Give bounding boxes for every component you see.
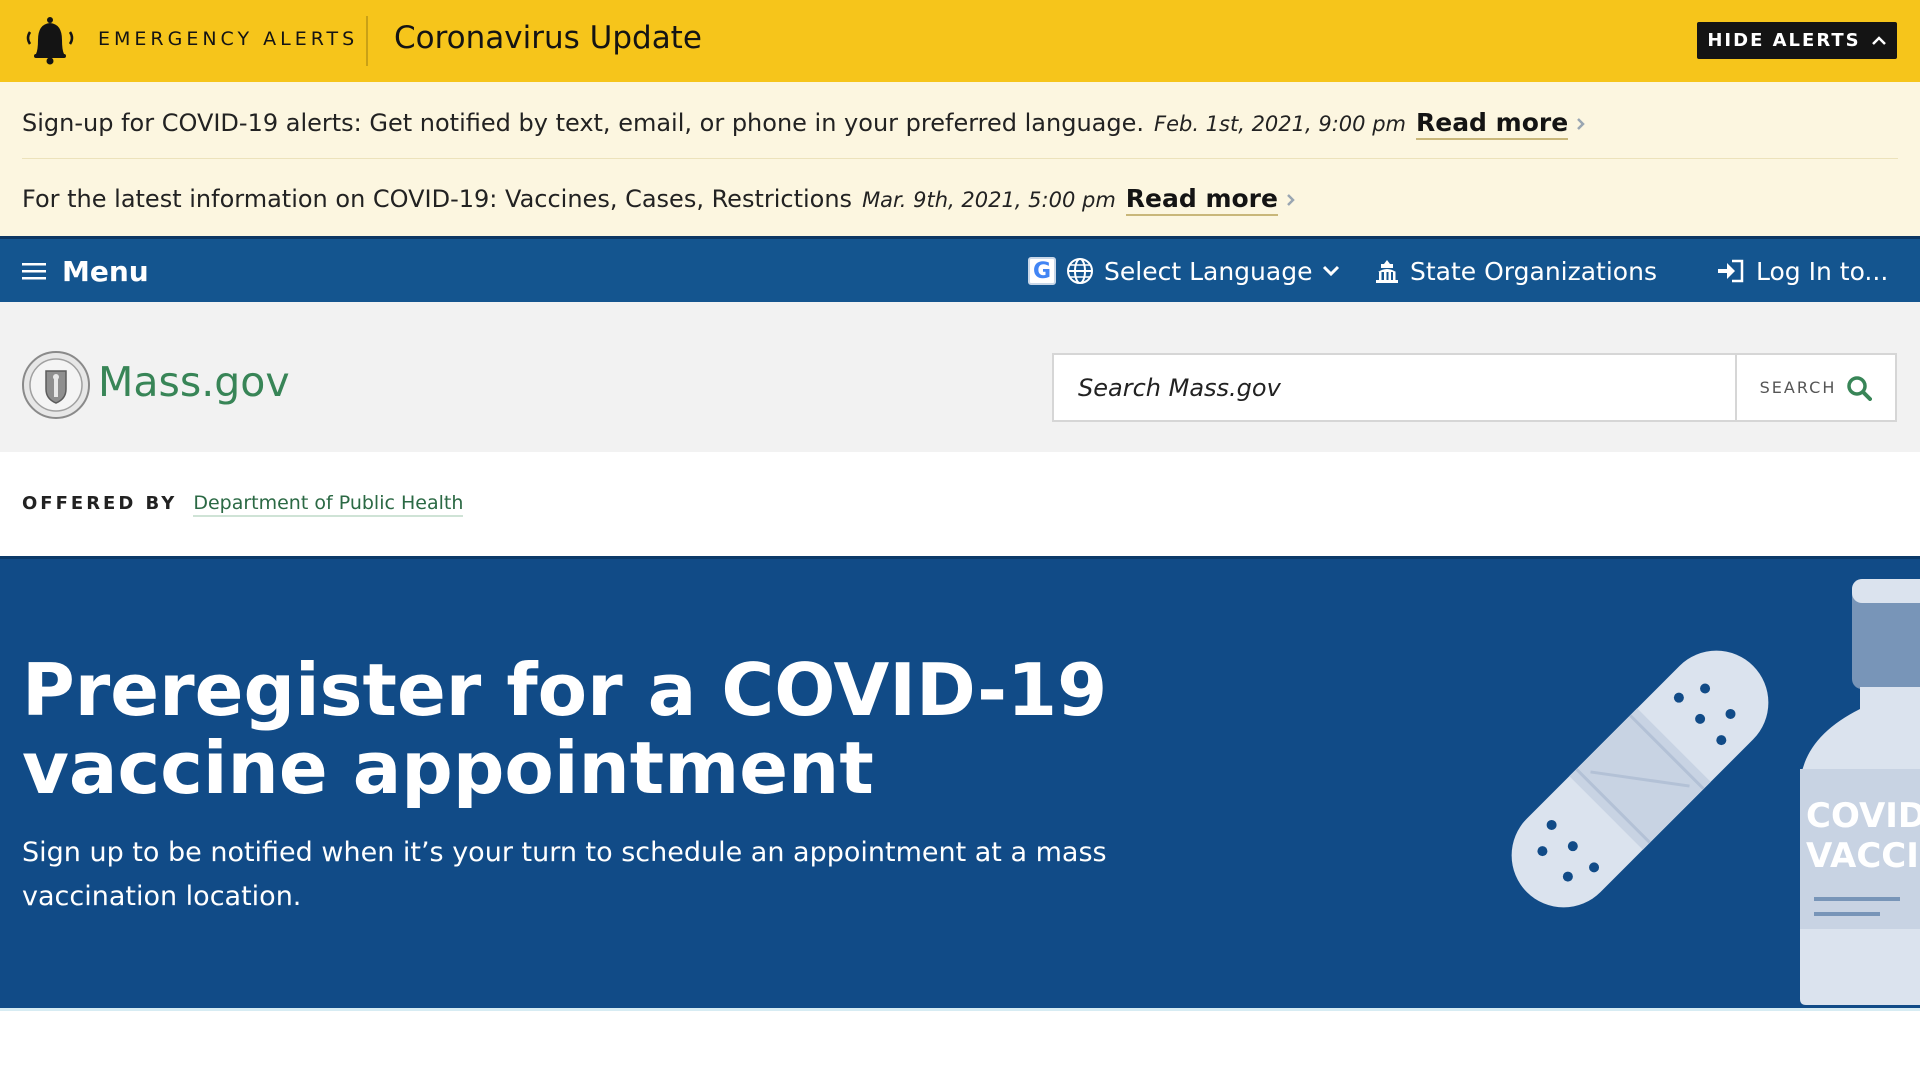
alert-title[interactable]: Coronavirus Update (394, 20, 702, 56)
alert-date: Mar. 9th, 2021, 5:00 pm (862, 188, 1116, 212)
search-icon (1847, 375, 1873, 401)
google-translate-icon: G (1028, 257, 1056, 285)
menu-button[interactable]: Menu (22, 251, 149, 291)
page-title: Preregister for a COVID-19 vaccine appoi… (22, 648, 1108, 810)
utility-nav: Menu G Select Language State Organizatio… (0, 236, 1920, 302)
search-button-label: SEARCH (1759, 378, 1837, 397)
bandage-icon (1511, 650, 1769, 908)
chevron-right-icon (1577, 118, 1585, 130)
page-subtitle: Sign up to be notified when it’s your tu… (22, 837, 1107, 912)
sign-in-icon (1718, 259, 1744, 283)
login-button[interactable]: Log In to... (1716, 251, 1888, 291)
vaccine-illustration: COVID- VACCIN (1511, 579, 1920, 1005)
massachusetts-seal-logo[interactable] (22, 351, 90, 419)
alert-date: Feb. 1st, 2021, 9:00 pm (1154, 112, 1406, 136)
read-more-link[interactable]: Read more (1415, 108, 1569, 140)
divider (0, 1008, 1920, 1011)
divider (366, 16, 368, 66)
hero-banner: Preregister for a COVID-19 vaccine appoi… (0, 556, 1920, 1008)
alert-list: Sign-up for COVID-19 alerts: Get notifie… (0, 82, 1920, 236)
language-selector[interactable]: G Select Language (1028, 251, 1340, 291)
alert-item: For the latest information on COVID-19: … (22, 184, 1296, 216)
vaccine-vial-icon: COVID- VACCIN (1800, 579, 1920, 1005)
chevron-down-icon (1323, 265, 1340, 277)
menu-label: Menu (62, 254, 149, 288)
chevron-up-icon (1871, 35, 1886, 45)
state-organizations-button[interactable]: State Organizations (1374, 251, 1657, 291)
chevron-right-icon (1287, 194, 1295, 206)
building-icon (1376, 260, 1398, 283)
hide-alerts-label: HIDE ALERTS (1707, 30, 1861, 51)
login-label: Log In to... (1756, 256, 1889, 286)
language-label: Select Language (1104, 256, 1313, 286)
site-header: Mass.gov SEARCH (0, 302, 1920, 452)
alert-kicker: EMERGENCY ALERTS (98, 28, 359, 50)
emergency-alert-bar: EMERGENCY ALERTS Coronavirus Update HIDE… (0, 0, 1920, 82)
alert-item: Sign-up for COVID-19 alerts: Get notifie… (22, 108, 1586, 140)
search-button[interactable]: SEARCH (1737, 355, 1895, 420)
bell-icon (22, 14, 78, 66)
hide-alerts-button[interactable]: HIDE ALERTS (1697, 22, 1897, 59)
offered-by: OFFERED BY Department of Public Health (22, 492, 464, 517)
offered-by-org-link[interactable]: Department of Public Health (193, 492, 464, 517)
search-input[interactable] (1054, 355, 1737, 420)
vial-label-1: COVID- (1806, 796, 1920, 836)
hamburger-icon (22, 263, 46, 280)
divider (22, 158, 1898, 159)
search-bar: SEARCH (1052, 353, 1897, 422)
offered-by-label: OFFERED BY (22, 493, 178, 514)
brand-name[interactable]: Mass.gov (98, 358, 290, 406)
state-organizations-label: State Organizations (1410, 256, 1657, 286)
vial-label-2: VACCIN (1806, 836, 1920, 876)
globe-icon (1067, 258, 1093, 284)
alert-text: For the latest information on COVID-19: … (22, 185, 853, 213)
alert-text: Sign-up for COVID-19 alerts: Get notifie… (22, 109, 1144, 137)
read-more-link[interactable]: Read more (1125, 184, 1278, 216)
